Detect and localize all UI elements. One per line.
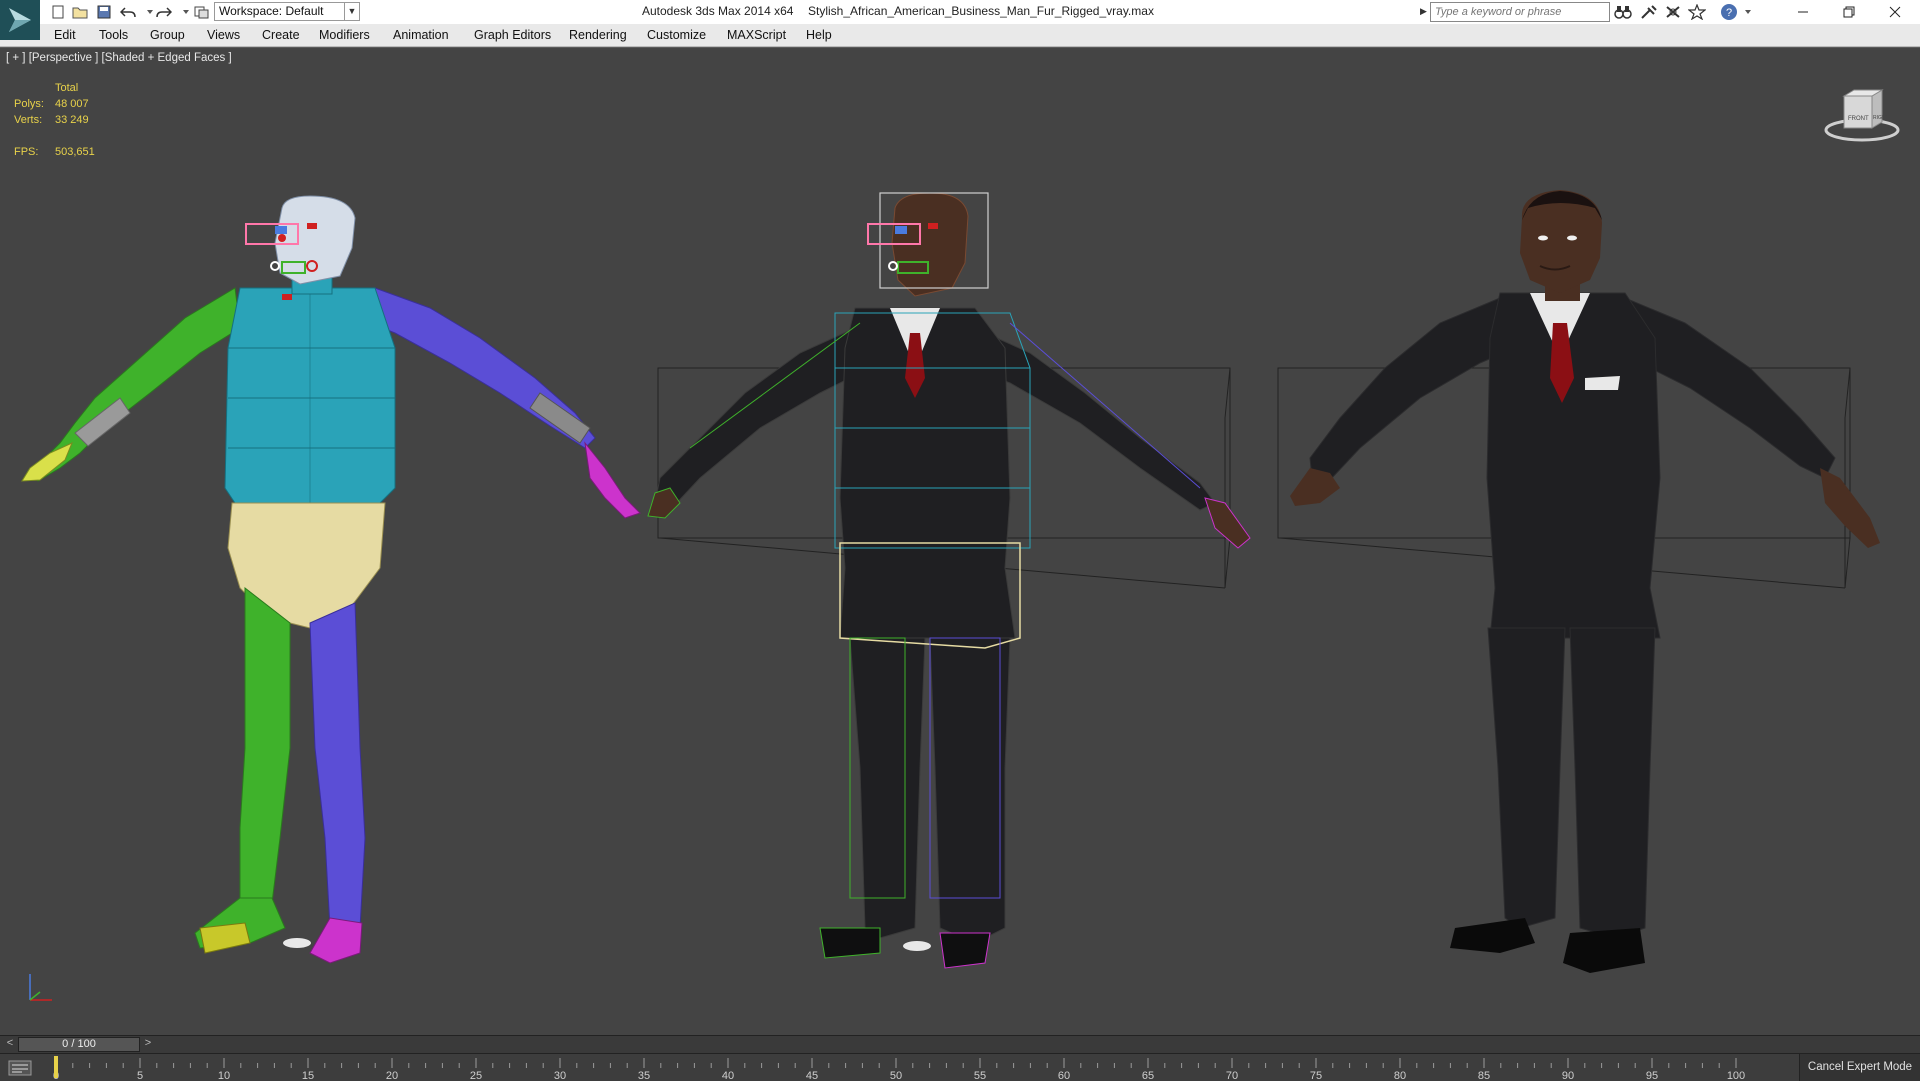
ruler-tick-label: 90 [1562,1070,1574,1081]
ruler-tick-label: 75 [1310,1070,1322,1081]
ruler-tick-label: 10 [218,1070,230,1081]
restore-icon[interactable] [1826,0,1872,24]
undo-icon[interactable] [120,4,136,20]
track-bar[interactable]: 0510152025303540455055606570758085909510… [0,1053,1920,1081]
ruler-tick-label: 100 [1727,1070,1745,1081]
search-expand-icon[interactable]: ▶ [1420,6,1427,17]
save-file-icon[interactable] [96,4,112,20]
mini-curve-editor-icon[interactable] [8,1059,34,1077]
menu-modifiers[interactable]: Modifiers [319,28,370,42]
file-name: Stylish_African_American_Business_Man_Fu… [808,4,1154,18]
frame-display: 0 / 100 [62,1038,96,1050]
ruler-tick-label: 35 [638,1070,650,1081]
workspace-dropdown[interactable]: Workspace: Default ▼ [214,2,360,21]
ruler-tick-label: 95 [1646,1070,1658,1081]
ruler-tick-label: 30 [554,1070,566,1081]
menu-group[interactable]: Group [150,28,185,42]
favorites-star-icon[interactable] [1688,3,1706,21]
svg-text:?: ? [1726,7,1732,19]
rendered-businessman-figure[interactable] [1277,190,1880,973]
redo-icon[interactable] [156,4,172,20]
menu-animation[interactable]: Animation [393,28,449,42]
help-dropdown-icon[interactable] [1740,4,1756,20]
help-icon[interactable]: ? [1720,3,1738,21]
menu-maxscript[interactable]: MAXScript [727,28,786,42]
title-bar: Workspace: Default ▼ Autodesk 3ds Max 20… [0,0,1920,24]
menu-tools[interactable]: Tools [99,28,128,42]
ruler-tick-label: 50 [890,1070,902,1081]
menu-customize[interactable]: Customize [647,28,706,42]
ruler-tick-label: 85 [1478,1070,1490,1081]
scene-models [21,190,1880,973]
communication-center-icon[interactable] [1664,3,1682,21]
viewcube-right-label: RIGHT [1873,115,1889,121]
ruler-tick-label: 80 [1394,1070,1406,1081]
workspace-label: Workspace: Default [219,4,324,18]
menu-create[interactable]: Create [262,28,300,42]
axis-tripod-icon [29,974,52,1001]
cancel-expert-mode-label: Cancel Expert Mode [1807,1061,1913,1073]
app-title: Autodesk 3ds Max 2014 x64 [642,4,794,18]
viewcube-front-label: FRONT [1848,116,1869,122]
project-folder-icon[interactable] [194,4,210,20]
viewcube-icon [1824,89,1900,142]
menu-bar: Edit Tools Group Views Create Modifiers … [0,24,1920,47]
minimize-icon[interactable] [1780,0,1826,24]
ruler-tick-label: 55 [974,1070,986,1081]
close-icon[interactable] [1872,0,1918,24]
menu-graph-editors[interactable]: Graph Editors [474,28,551,42]
timeline-ruler[interactable]: 0510152025303540455055606570758085909510… [50,1054,1770,1081]
cancel-expert-mode-button[interactable]: Cancel Expert Mode [1799,1054,1920,1081]
new-file-icon[interactable] [50,4,66,20]
time-slider-next-icon[interactable]: > [140,1037,156,1051]
ruler-tick-label: 60 [1058,1070,1070,1081]
time-slider[interactable]: < 0 / 100 > [0,1035,1920,1054]
ruler-tick-label: 70 [1226,1070,1238,1081]
menu-rendering[interactable]: Rendering [569,28,627,42]
time-slider-thumb[interactable]: 0 / 100 [18,1037,140,1052]
perspective-viewport[interactable]: [ + ] [Perspective ] [Shaded + Edged Fac… [0,47,1920,1036]
subscription-center-icon[interactable] [1640,3,1658,21]
menu-help[interactable]: Help [806,28,832,42]
menu-edit[interactable]: Edit [54,28,76,42]
ruler-tick-label: 45 [806,1070,818,1081]
ruler-tick-label: 5 [137,1070,143,1081]
app-logo[interactable] [0,0,40,40]
ruler-tick-label: 25 [470,1070,482,1081]
menu-views[interactable]: Views [207,28,240,42]
chevron-down-icon: ▼ [344,3,359,20]
current-frame-marker[interactable] [54,1056,58,1078]
ruler-tick-label: 15 [302,1070,314,1081]
rig-proxy-figure[interactable] [21,195,641,964]
ruler-tick-label: 40 [722,1070,734,1081]
rigged-mesh-figure[interactable] [647,192,1251,969]
binoculars-icon[interactable] [1614,3,1632,21]
3dsmax-logo-icon [9,8,31,32]
redo-dropdown-icon[interactable] [178,4,194,20]
ruler-tick-label: 65 [1142,1070,1154,1081]
search-input[interactable] [1430,2,1610,22]
time-slider-prev-icon[interactable]: < [2,1037,18,1051]
viewcube[interactable]: FRONT RIGHT [1822,78,1902,148]
ruler-tick-label: 20 [386,1070,398,1081]
open-file-icon[interactable] [72,4,88,20]
